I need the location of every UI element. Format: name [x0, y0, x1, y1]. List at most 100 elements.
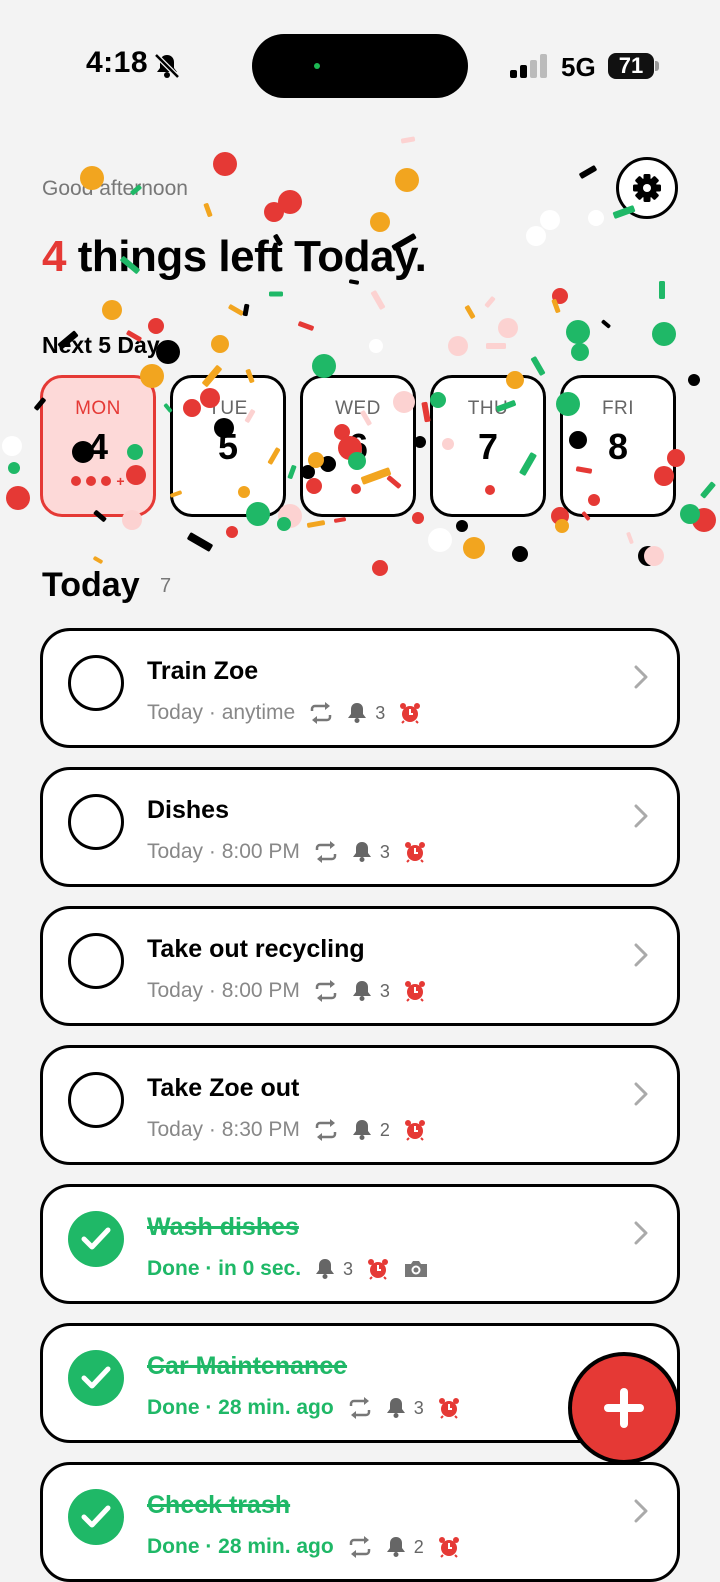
task-meta: Today · 8:00 PM	[147, 840, 300, 863]
chevron-right-icon	[634, 1221, 648, 1245]
task-meta: Done · in 0 sec.	[147, 1257, 302, 1280]
chevron-right-icon	[634, 804, 648, 828]
confetti-dot	[540, 210, 560, 230]
task-checkbox[interactable]	[68, 1350, 124, 1406]
reminder-count: 3	[413, 1397, 424, 1418]
day-name: THU	[467, 398, 509, 419]
confetti-strip	[333, 517, 347, 523]
gear-icon	[633, 174, 661, 202]
confetti-strip	[93, 556, 103, 564]
repeat-icon	[348, 1536, 372, 1558]
repeat-icon	[314, 1119, 338, 1141]
task-name: Take out recycling	[147, 935, 365, 963]
task-meta: Done · 28 min. ago	[147, 1396, 334, 1419]
task-name: Take Zoe out	[147, 1074, 300, 1102]
task-dot	[101, 476, 112, 486]
confetti-dot	[277, 517, 291, 531]
repeat-icon	[314, 980, 338, 1002]
task-meta: Today · 8:30 PM	[147, 1118, 300, 1141]
confetti-strip	[242, 303, 250, 317]
today-count: 7	[160, 575, 172, 597]
task-checkbox[interactable]	[68, 1211, 124, 1267]
confetti-dot	[552, 288, 568, 304]
task-checkbox[interactable]	[68, 655, 124, 711]
confetti-strip	[306, 520, 326, 528]
confetti-dot	[264, 202, 284, 222]
confetti-dot	[526, 226, 546, 246]
day-card-fri[interactable]: FRI 8	[560, 375, 676, 517]
task-row[interactable]: Check trash Done · 28 min. ago 2	[40, 1462, 680, 1582]
day-name: FRI	[601, 398, 635, 419]
chevron-right-icon	[634, 665, 648, 689]
add-task-button[interactable]	[568, 1352, 680, 1464]
day-card-wed[interactable]: WED 6	[300, 375, 416, 517]
dynamic-island	[252, 34, 468, 98]
bell-icon	[352, 980, 372, 1002]
bell-icon	[347, 702, 367, 724]
camera-icon	[403, 1259, 429, 1279]
checkmark-icon	[81, 1505, 111, 1528]
confetti-strip	[203, 202, 213, 218]
greeting: Good afternoon	[42, 177, 188, 200]
confetti-strip	[400, 136, 416, 144]
reminder-count: 2	[413, 1536, 424, 1557]
confetti-strip	[486, 343, 506, 349]
bell-icon	[352, 841, 372, 863]
day-task-dots	[433, 474, 543, 488]
chevron-right-icon	[634, 1082, 648, 1106]
confetti-dot	[372, 560, 388, 576]
day-task-dots	[173, 474, 283, 488]
settings-button[interactable]	[616, 157, 678, 219]
confetti-strip	[601, 319, 611, 329]
confetti-dot	[512, 546, 528, 562]
day-card-mon[interactable]: MON 4 +	[40, 375, 156, 517]
task-meta-row: Today · 8:00 PM 3	[147, 977, 426, 1005]
confetti-dot	[370, 212, 390, 232]
next-days-label: Next 5 Days	[42, 332, 173, 358]
task-row[interactable]: Wash dishes Done · in 0 sec. 3	[40, 1184, 680, 1304]
day-task-dots	[563, 474, 673, 488]
confetti-dot	[278, 190, 302, 214]
day-number: 7	[477, 426, 499, 467]
task-row[interactable]: Take out recycling Today · 8:00 PM 3	[40, 906, 680, 1026]
confetti-strip	[269, 291, 283, 297]
day-number: 4	[87, 426, 109, 467]
confetti-dot	[652, 322, 676, 346]
task-checkbox[interactable]	[68, 1072, 124, 1128]
day-card-tue[interactable]: TUE 5	[170, 375, 286, 517]
section-title-today: Today	[42, 566, 140, 604]
confetti-dot	[680, 504, 700, 524]
confetti-strip	[579, 165, 597, 179]
task-row[interactable]: Train Zoe Today · anytime 3	[40, 628, 680, 748]
page-title: 4 things left Today.	[42, 232, 427, 282]
day-card-thu[interactable]: THU 7	[430, 375, 546, 517]
chevron-right-icon	[634, 1499, 648, 1523]
task-meta-row: Today · anytime 3	[147, 699, 421, 727]
confetti-strip	[484, 296, 496, 308]
checkmark-icon	[81, 1227, 111, 1250]
checkmark-icon	[81, 1366, 111, 1389]
confetti-dot	[463, 537, 485, 559]
task-meta-row: Today · 8:30 PM 2	[147, 1116, 426, 1144]
alarm-clock-icon	[438, 1397, 460, 1419]
confetti-dot	[226, 526, 238, 538]
task-checkbox[interactable]	[68, 794, 124, 850]
camera-indicator	[314, 63, 320, 69]
alarm-clock-icon	[404, 980, 426, 1002]
task-row[interactable]: Take Zoe out Today · 8:30 PM 2	[40, 1045, 680, 1165]
task-checkbox[interactable]	[68, 933, 124, 989]
task-row[interactable]: Dishes Today · 8:00 PM 3	[40, 767, 680, 887]
confetti-dot	[555, 519, 569, 533]
task-meta: Today · anytime	[147, 701, 296, 724]
confetti-dot	[688, 374, 700, 386]
confetti-dot	[395, 168, 419, 192]
remaining-count: 4	[42, 232, 66, 281]
confetti-dot	[211, 335, 229, 353]
day-selector: MON 4 + TUE 5 WED 6 THU 7 FRI 8	[40, 375, 680, 517]
bell-icon	[352, 1119, 372, 1141]
task-name: Train Zoe	[147, 657, 259, 685]
confetti-strip	[298, 321, 314, 331]
confetti-dot	[571, 343, 589, 361]
task-checkbox[interactable]	[68, 1489, 124, 1545]
confetti-strip	[626, 532, 634, 544]
